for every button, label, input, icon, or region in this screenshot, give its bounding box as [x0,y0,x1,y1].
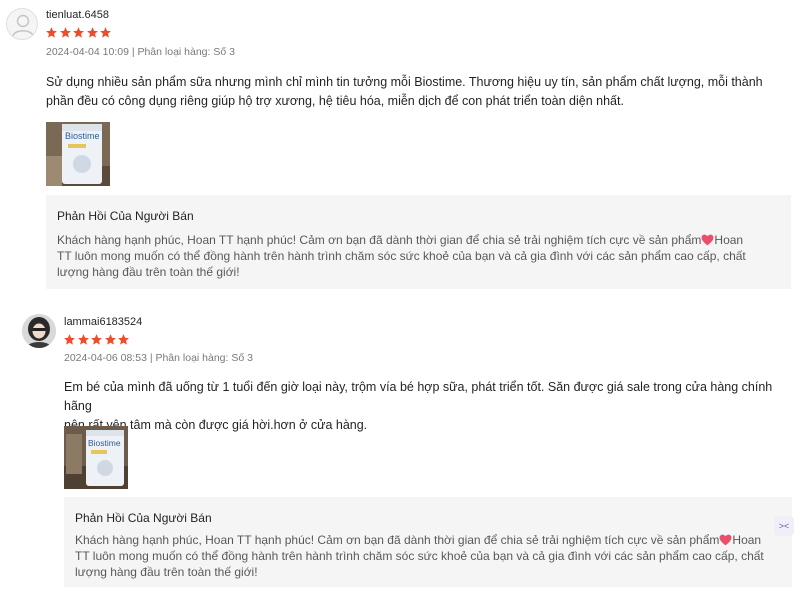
star-icon [104,334,116,345]
user-placeholder-icon [12,14,34,37]
review-photo[interactable]: Biostime [64,426,128,489]
seller-reply-line: lượng hàng đầu trên toàn thế giới! [75,565,258,579]
review-content-line: nên rất yên tâm mà còn được giá hời.hơn … [64,418,368,432]
review-photo[interactable]: Biostime [46,122,110,186]
review-content: Em bé của mình đã uống từ 1 tuổi đến giờ… [64,378,792,435]
star-icon [86,27,98,38]
review-item: lammai6183524 2024-04-06 08:53 | Phân lo… [0,300,800,600]
heart-icon [701,234,714,246]
avatar[interactable] [22,314,56,348]
reviewer-username[interactable]: tienluat.6458 [46,9,109,21]
seller-reply-text: Khách hàng hạnh phúc, Hoan TT hạnh phúc!… [75,532,785,580]
collapse-arrows-icon[interactable]: >< [774,516,794,536]
product-can-image: Biostime [46,122,110,186]
seller-reply-line: TT luôn mong muốn có thể đồng hành trên … [57,249,746,263]
star-icon [118,334,129,345]
product-brand-text: Biostime [65,131,100,141]
review-content: Sử dụng nhiều sản phẩm sữa nhưng mình ch… [46,73,791,111]
star-rating [45,26,113,40]
star-icon [77,334,89,345]
reviewer-username[interactable]: lammai6183524 [64,316,142,328]
product-brand-text: Biostime [88,438,121,448]
seller-reply-line: Hoan [732,533,762,547]
avatar[interactable] [6,8,38,40]
review-meta: 2024-04-06 08:53 | Phân loại hàng: Số 3 [64,352,253,364]
seller-reply-title: Phản Hồi Của Người Bán [57,209,194,223]
star-icon [91,334,102,345]
seller-reply-line: Khách hàng hạnh phúc, Hoan TT hạnh phúc!… [57,233,702,247]
review-content-line: Sử dụng nhiều sản phẩm sữa nhưng mình ch… [46,75,763,89]
star-rating [63,333,131,347]
user-photo-image [22,314,56,348]
seller-reply: Phản Hồi Của Người Bán Khách hàng hạnh p… [64,497,792,587]
seller-reply-line: lượng hàng đầu trên toàn thế giới! [57,265,240,279]
product-can-image: Biostime [64,426,128,489]
star-icon [73,27,84,38]
seller-reply: Phản Hồi Của Người Bán Khách hàng hạnh p… [46,195,791,289]
review-meta: 2024-04-04 10:09 | Phân loại hàng: Số 3 [46,46,235,58]
review-content-line: phần đều có công dụng riêng giúp hộ trợ … [46,94,624,108]
star-icon [100,27,111,38]
review-content-line: Em bé của mình đã uống từ 1 tuổi đến giờ… [64,380,773,413]
seller-reply-title: Phản Hồi Của Người Bán [75,511,212,525]
seller-reply-line: Khách hàng hạnh phúc, Hoan TT hạnh phúc!… [75,533,720,547]
review-item: tienluat.6458 2024-04-04 10:09 | Phân lo… [0,0,800,300]
seller-reply-line: TT luôn mong muốn có thể đồng hành trên … [75,549,764,563]
star-icon [64,334,75,345]
star-icon [59,27,71,38]
star-icon [46,27,57,38]
seller-reply-text: Khách hàng hạnh phúc, Hoan TT hạnh phúc!… [57,232,782,280]
heart-icon [719,534,732,546]
seller-reply-line: Hoan [714,233,744,247]
